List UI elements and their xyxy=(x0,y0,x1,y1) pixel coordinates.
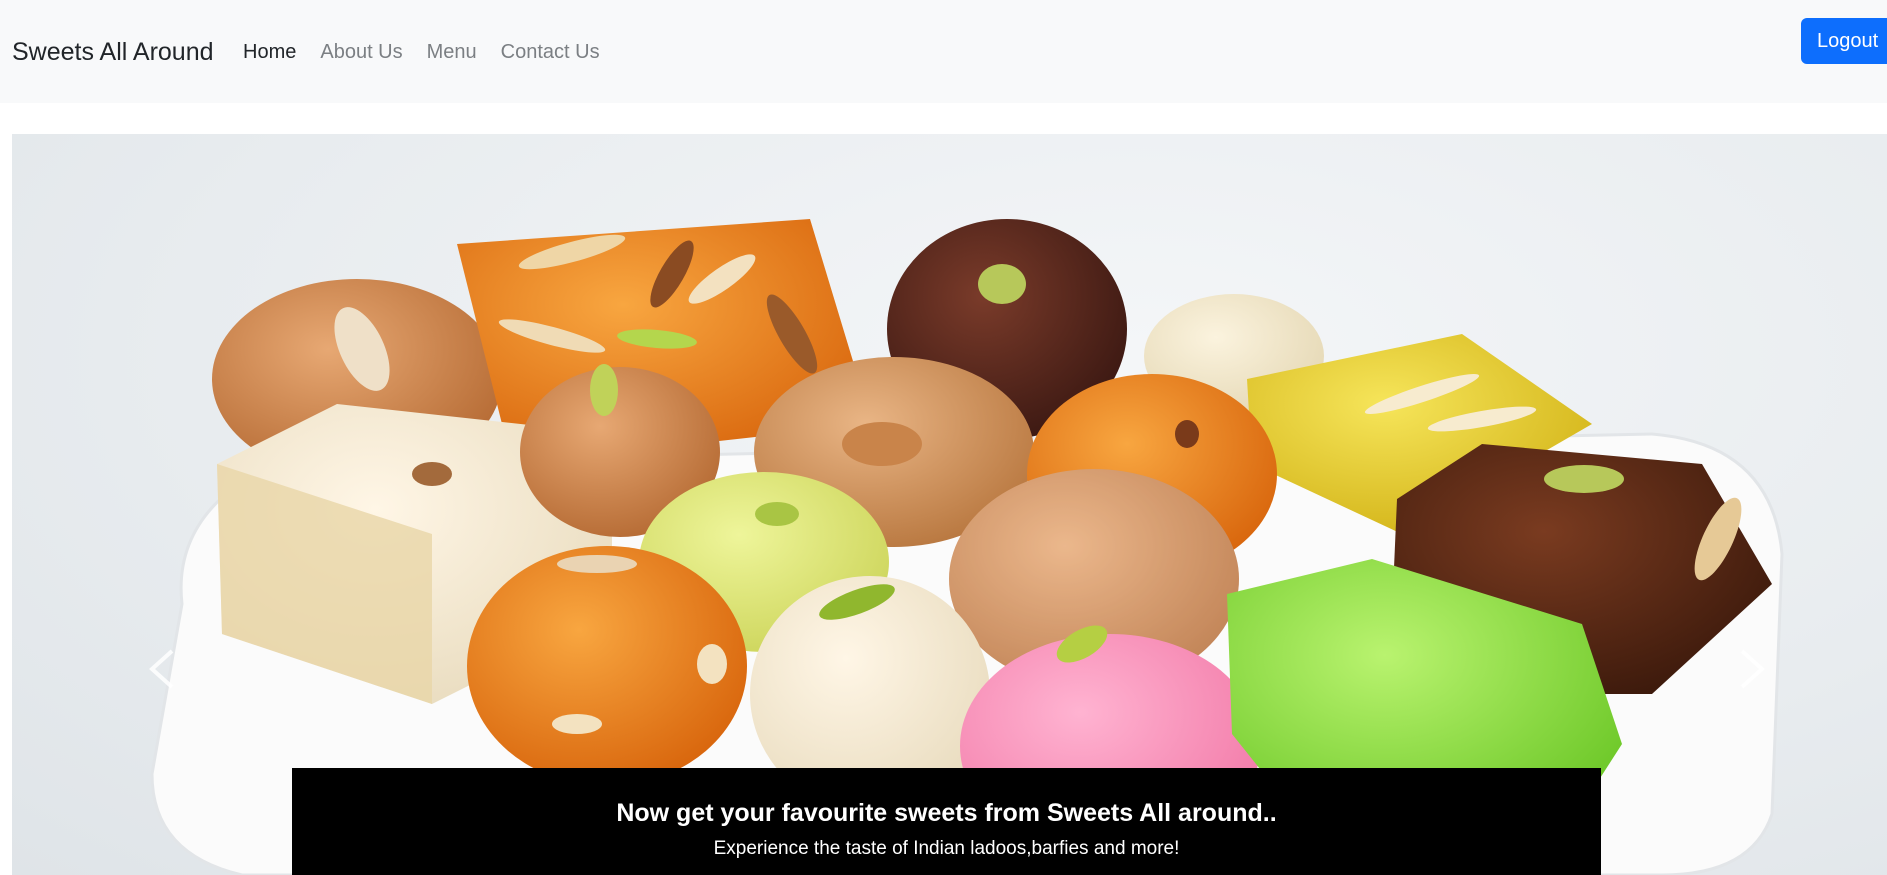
nav-item-home[interactable]: Home xyxy=(243,38,296,66)
nav-item-contact-us[interactable]: Contact Us xyxy=(501,38,600,66)
carousel-caption: Now get your favourite sweets from Sweet… xyxy=(292,768,1601,875)
caption-title: Now get your favourite sweets from Sweet… xyxy=(616,799,1277,827)
nav-item-about-us[interactable]: About Us xyxy=(320,38,402,66)
sweets-platter-image xyxy=(150,219,1784,875)
logout-button[interactable]: Logout xyxy=(1801,18,1887,64)
nav-links: Home About Us Menu Contact Us xyxy=(243,38,624,66)
carousel-prev-control[interactable] xyxy=(132,639,192,699)
nav-item-menu[interactable]: Menu xyxy=(427,38,477,66)
hero-carousel xyxy=(12,134,1887,875)
navbar: Sweets All Around Home About Us Menu Con… xyxy=(0,0,1887,103)
brand-link[interactable]: Sweets All Around xyxy=(12,36,214,68)
chevron-left-icon xyxy=(149,649,174,689)
carousel-next-control[interactable] xyxy=(1722,639,1782,699)
chevron-right-icon xyxy=(1740,649,1765,689)
caption-subtitle: Experience the taste of Indian ladoos,ba… xyxy=(713,838,1180,859)
